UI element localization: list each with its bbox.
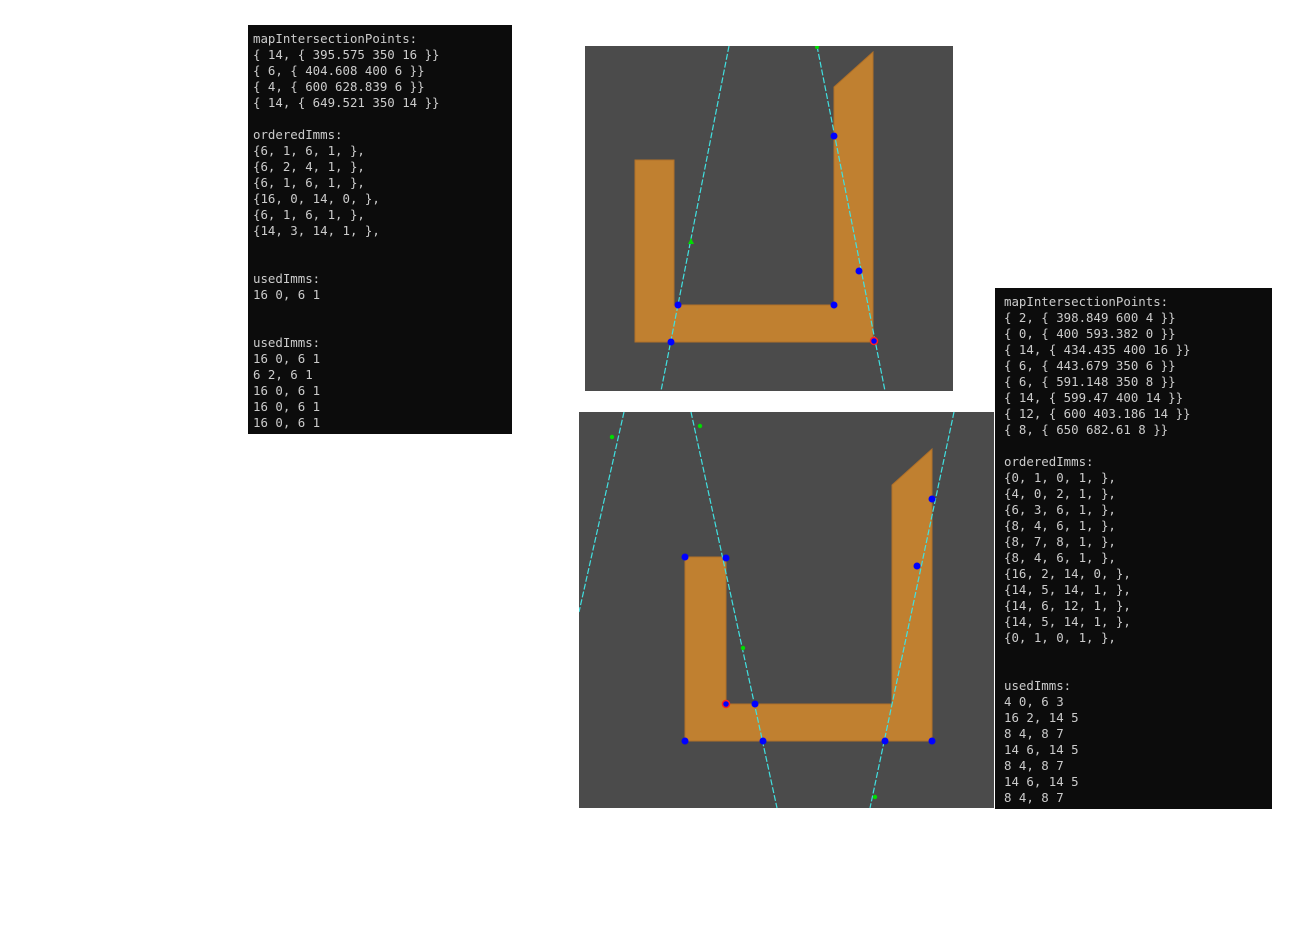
console-line: { 6, { 404.608 400 6 }} (253, 63, 425, 78)
intersection-point (722, 554, 730, 562)
console-line: 16 0, 6 1 (253, 383, 321, 398)
console-line: {6, 1, 6, 1, }, (253, 175, 365, 190)
marker-point (872, 794, 878, 800)
console-line: {16, 0, 14, 0, }, (253, 191, 380, 206)
intersection-point (855, 267, 863, 275)
marker-point (688, 238, 694, 244)
console-line: {14, 6, 12, 1, }, (1004, 598, 1131, 613)
console-line: 4 0, 6 3 (1004, 694, 1064, 709)
highlight-point (721, 699, 731, 709)
viewport-bottom (579, 412, 994, 808)
console-line: { 14, { 434.435 400 16 }} (1004, 342, 1191, 357)
marker-points (688, 46, 819, 244)
intersection-point (928, 737, 936, 745)
console-line: 6 2, 6 1 (253, 367, 313, 382)
console-line: 8 4, 8 7 (1004, 758, 1064, 773)
console-line: { 14, { 395.575 350 16 }} (253, 47, 440, 62)
scene-bottom (579, 412, 955, 808)
console-line: {14, 5, 14, 1, }, (1004, 614, 1131, 629)
intersection-point (674, 301, 682, 309)
intersection-point (913, 562, 921, 570)
highlight-point (869, 336, 879, 346)
console-line: mapIntersectionPoints: (1004, 294, 1169, 309)
console-line: usedImms: (253, 335, 321, 350)
u-shape (684, 447, 933, 742)
intersection-point (830, 301, 838, 309)
scene-top (634, 46, 886, 391)
console-window-left: mapIntersectionPoints:{ 14, { 395.575 35… (248, 25, 512, 434)
console-line: { 6, { 591.148 350 8 }} (1004, 374, 1176, 389)
intersection-point (681, 553, 689, 561)
intersection-point (751, 700, 759, 708)
viewport-top (585, 46, 953, 391)
intersection-point (681, 737, 689, 745)
console-line: { 8, { 650 682.61 8 }} (1004, 422, 1169, 437)
console-line: 16 0, 6 1 (253, 399, 321, 414)
marker-point (740, 645, 746, 651)
marker-point (609, 434, 615, 440)
console-line: { 2, { 398.849 600 4 }} (1004, 310, 1176, 325)
console-line: 16 0, 6 1 (253, 351, 321, 366)
console-line: 8 4, 8 7 (1004, 790, 1064, 805)
marker-point (815, 46, 819, 49)
console-line: { 0, { 400 593.382 0 }} (1004, 326, 1176, 341)
console-line: { 6, { 443.679 350 6 }} (1004, 358, 1176, 373)
console-line: {16, 2, 14, 0, }, (1004, 566, 1131, 581)
console-line: {6, 1, 6, 1, }, (253, 207, 365, 222)
console-line: mapIntersectionPoints: (253, 31, 418, 46)
intersection-point (881, 737, 889, 745)
console-line: {0, 1, 0, 1, }, (1004, 470, 1116, 485)
console-line: 16 2, 14 5 (1004, 710, 1079, 725)
console-line: orderedImms: (253, 127, 343, 142)
console-line: {14, 5, 14, 1, }, (1004, 582, 1131, 597)
console-line: 14 6, 14 5 (1004, 742, 1079, 757)
marker-points (609, 423, 878, 800)
console-line: { 12, { 600 403.186 14 }} (1004, 406, 1191, 421)
console-line: {8, 4, 6, 1, }, (1004, 518, 1116, 533)
console-line: 16 0, 6 1 (253, 415, 321, 430)
console-line: {6, 2, 4, 1, }, (253, 159, 365, 174)
console-line: { 14, { 599.47 400 14 }} (1004, 390, 1184, 405)
console-window-right: mapIntersectionPoints:{ 2, { 398.849 600… (995, 288, 1272, 809)
intersection-point (928, 495, 936, 503)
console-line: 14 6, 14 5 (1004, 774, 1079, 789)
marker-point (697, 423, 703, 429)
console-line: usedImms: (253, 271, 321, 286)
console-line: {6, 3, 6, 1, }, (1004, 502, 1116, 517)
console-line: {14, 3, 14, 1, }, (253, 223, 380, 238)
intersection-point (830, 132, 838, 140)
console-line: { 14, { 649.521 350 14 }} (253, 95, 440, 110)
console-line: 8 4, 8 7 (1004, 726, 1064, 741)
console-line: {8, 7, 8, 1, }, (1004, 534, 1116, 549)
console-line: { 4, { 600 628.839 6 }} (253, 79, 425, 94)
console-line: {4, 0, 2, 1, }, (1004, 486, 1116, 501)
cut-line-left (579, 412, 625, 613)
u-shape (634, 50, 874, 343)
console-line: 16 0, 6 1 (253, 287, 321, 302)
console-line: orderedImms: (1004, 454, 1094, 469)
console-line: usedImms: (1004, 678, 1072, 693)
console-line: {0, 1, 0, 1, }, (1004, 630, 1116, 645)
intersection-point (667, 338, 675, 346)
console-line: {6, 1, 6, 1, }, (253, 143, 365, 158)
console-line: {8, 4, 6, 1, }, (1004, 550, 1116, 565)
intersection-point (759, 737, 767, 745)
